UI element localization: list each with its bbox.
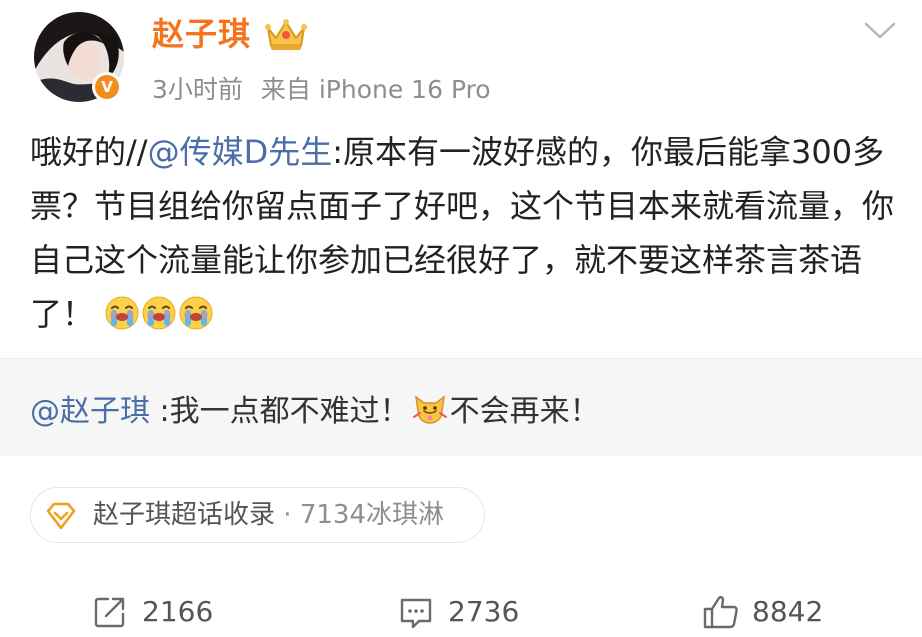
crying-face-emoji (179, 296, 213, 330)
like-button[interactable]: 8842 (702, 590, 852, 634)
super-topic-count: 7134冰琪淋 (299, 500, 444, 530)
verified-v-icon: V (95, 75, 119, 99)
repost-text-before: :我一点都不难过！ (150, 394, 410, 429)
comment-button[interactable]: 2736 (398, 590, 538, 634)
username[interactable]: 赵子琪 (152, 12, 251, 56)
repost-text-after: 不会再来！ (449, 394, 600, 429)
repost-mention-link[interactable]: @赵子琪 (30, 394, 150, 429)
post-source: 来自 iPhone 16 Pro (260, 75, 491, 104)
super-topic-label: 赵子琪超话收录 · 7134冰琪淋 (93, 488, 444, 542)
post-text: 哦好的//@传媒D先生:原本有一波好感的，你最后能拿300多票？节目组给你留点面… (30, 125, 900, 341)
repost-count: 2166 (142, 595, 214, 628)
repost-area[interactable]: @赵子琪 :我一点都不难过！ 不会再来！ (0, 358, 922, 456)
super-topic-separator: · (275, 500, 300, 530)
diamond-icon (46, 502, 76, 530)
comment-icon (400, 598, 432, 629)
crying-face-emoji (105, 296, 139, 330)
thumbs-up-icon (703, 595, 738, 629)
like-count: 8842 (752, 595, 824, 628)
post-meta: 3小时前 来自 iPhone 16 Pro (152, 72, 491, 108)
crown-badge-icon (265, 19, 307, 50)
super-topic-name: 赵子琪超话收录 (93, 500, 276, 530)
verified-badge: V (92, 72, 122, 102)
crying-face-emoji (142, 296, 176, 330)
repost-button[interactable]: 2166 (92, 590, 232, 634)
repost-text: @赵子琪 :我一点都不难过！ 不会再来！ (30, 389, 600, 433)
chevron-down-icon[interactable] (862, 18, 898, 42)
post-time: 3小时前 (152, 75, 243, 104)
super-topic-chip[interactable]: 赵子琪超话收录 · 7134冰琪淋 (30, 487, 485, 543)
repost-icon (94, 597, 125, 628)
fox-sticker-icon (412, 395, 447, 424)
weibo-post: V 赵子琪 3小时前 来自 iPhone 16 Pro 哦好的//@传媒D先生:原… (0, 0, 922, 637)
post-prefix: 哦好的// (30, 133, 148, 171)
comment-count: 2736 (448, 595, 520, 628)
emoji-group (94, 295, 215, 333)
mention-link[interactable]: @传媒D先生 (148, 133, 333, 171)
